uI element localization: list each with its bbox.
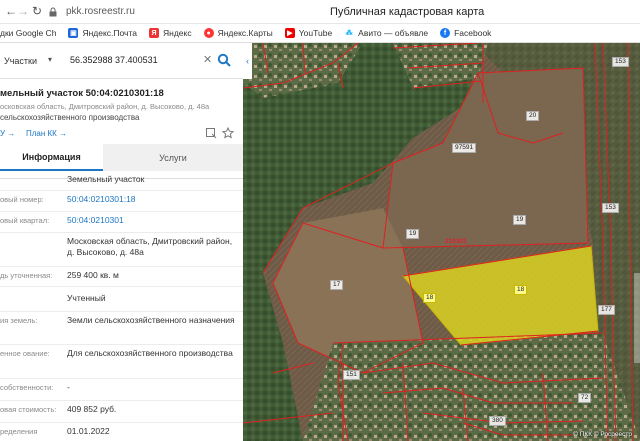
attribute-list: Земельный участок овый номер: 50:04:0210… (0, 171, 243, 441)
tab-information[interactable]: Информация (0, 144, 103, 171)
attr-row-status: Учтенный (0, 287, 243, 312)
reload-icon[interactable]: ↻ (30, 4, 44, 18)
parcel-label[interactable]: 20 (526, 111, 540, 121)
search-bar: Участки ▾ ✕ (0, 43, 243, 79)
bookmark-yandex-mail[interactable]: ▣ Яндекс.Почта (68, 28, 137, 38)
attr-value: 409 852 руб. (67, 404, 117, 414)
attr-value: Учтенный (67, 293, 106, 303)
cadastral-map[interactable]: 20 97591 19 19 17 18 18 210301 153 153 1… (243, 43, 640, 441)
collapse-panel-button[interactable]: ‹ (243, 43, 252, 79)
yandex-icon: Я (149, 28, 159, 38)
tab-services[interactable]: Услуги (103, 144, 243, 171)
share-link[interactable]: У → (0, 129, 15, 138)
parcel-title: мельный участок 50:04:0210301:18 (0, 88, 164, 99)
url-text: pkk.rosreestr.ru (66, 6, 135, 17)
print-icon[interactable] (205, 127, 217, 139)
attr-label: собственности: (0, 383, 54, 392)
quarter-label[interactable]: 210301 (443, 238, 469, 246)
attr-label: овая стоимость: (0, 405, 57, 414)
bookmark-yandex[interactable]: Я Яндекс (149, 28, 192, 38)
avito-icon: ⁂ (344, 28, 355, 38)
parcel-address: осковская область, Дмитровский район, д.… (0, 102, 210, 111)
chevron-left-icon: ‹ (246, 56, 249, 66)
bookmark-label: Яндекс (163, 28, 192, 38)
facebook-icon: f (440, 28, 451, 38)
bookmark-label: дки Google Ch (0, 28, 57, 38)
star-icon[interactable] (222, 127, 234, 139)
parcel-label[interactable]: 19 (513, 215, 527, 225)
search-input[interactable] (70, 55, 200, 65)
road-label[interactable]: 72 (578, 393, 592, 403)
bookmark-label: Авито — объявле (358, 28, 429, 38)
map-scrollbar[interactable] (634, 273, 640, 363)
forward-icon[interactable]: → (16, 4, 30, 18)
lock-icon (49, 7, 57, 16)
road-label[interactable]: 177 (598, 305, 615, 315)
attr-row-category: ия земель: Земли сельскохозяйственного н… (0, 312, 243, 345)
bookmarks-bar: дки Google Ch ▣ Яндекс.Почта Я Яндекс ● Янд… (0, 24, 640, 43)
attr-value: - (67, 382, 70, 392)
attr-row-cadastral-number: овый номер: 50:04:0210301:18 (0, 191, 243, 212)
road-label[interactable]: 153 (602, 203, 619, 213)
map-copyright: © ПКК © Росреестр (573, 431, 632, 438)
yandex-mail-icon: ▣ (68, 28, 79, 38)
bookmark-facebook[interactable]: f Facebook (440, 28, 491, 38)
info-panel: Участки ▾ ✕ мельный участок 50:04:021030… (0, 43, 243, 441)
search-icon[interactable] (217, 53, 231, 67)
bookmark-label: Яндекс.Почта (82, 28, 137, 38)
cadastral-quarter-link[interactable]: 50:04:0210301 (67, 215, 237, 226)
road-label[interactable]: 153 (612, 57, 629, 67)
bookmark-google[interactable]: дки Google Ch (0, 28, 56, 38)
cadastral-number-link[interactable]: 50:04:0210301:18 (67, 194, 237, 205)
attr-value: Земли сельскохозяйственного назначения (67, 315, 235, 325)
attr-label: енное ование: (0, 349, 50, 358)
page-title: Публичная кадастровая карта (330, 6, 485, 18)
parcel-label[interactable]: 17 (330, 280, 344, 290)
attr-label: овый номер: (0, 195, 44, 204)
search-type-select[interactable]: Участки (4, 56, 37, 66)
selected-parcel-label[interactable]: 18 (514, 285, 528, 295)
attr-row-ownership: собственности: - (0, 379, 243, 401)
attr-label: ия земель: (0, 316, 38, 325)
attr-label: дь уточненная: (0, 271, 53, 280)
bookmark-label: YouTube (298, 28, 333, 38)
attr-row-address: Московская область, Дмитровский район, д… (0, 233, 243, 267)
bookmark-label: Яндекс.Карты (217, 28, 273, 38)
attr-row-permitted-use: енное ование: Для сельскохозяйственного … (0, 345, 243, 379)
satellite-map-layer (243, 43, 640, 441)
browser-address-bar: ← → ↻ pkk.rosreestr.ru Публичная кадастр… (0, 0, 640, 24)
attr-value: 259 400 кв. м (67, 270, 119, 280)
plan-kk-link[interactable]: План КК → (26, 129, 67, 138)
attr-value: Для сельскохозяйственного производства (67, 348, 233, 358)
url-field[interactable]: pkk.rosreestr.ru (48, 3, 308, 20)
parcel-label[interactable]: 97591 (452, 143, 477, 153)
attr-label: овый квартал: (0, 216, 50, 225)
attr-row-cadastral-quarter: овый квартал: 50:04:0210301 (0, 212, 243, 233)
chevron-down-icon[interactable]: ▾ (48, 55, 52, 64)
tabs: Информация Услуги (0, 144, 243, 171)
bookmark-avito[interactable]: ⁂ Авито — объявле (344, 28, 428, 38)
attr-value: Земельный участок (67, 174, 145, 184)
yandex-maps-icon: ● (203, 28, 214, 38)
parcel-use: сельскохозяйственного производства (0, 113, 140, 122)
bookmark-yandex-maps[interactable]: ● Яндекс.Карты (203, 28, 273, 38)
attr-row-cadastral-value: овая стоимость: 409 852 руб. (0, 401, 243, 423)
bookmark-youtube[interactable]: ▶ YouTube (284, 28, 333, 38)
attr-label: ределения (0, 427, 38, 436)
attr-value: Московская область, Дмитровский район, д… (67, 236, 233, 257)
parcel-label[interactable]: 19 (406, 229, 420, 239)
selected-parcel-label[interactable]: 18 (423, 293, 437, 303)
youtube-icon: ▶ (284, 28, 295, 38)
road-label[interactable]: 380 (489, 416, 506, 426)
attr-value: 01.01.2022 (67, 426, 110, 436)
attr-row-date: ределения 01.01.2022 (0, 423, 243, 441)
attr-row-area: дь уточненная: 259 400 кв. м (0, 267, 243, 287)
close-icon[interactable]: ✕ (203, 53, 212, 66)
attr-row-type: Земельный участок (0, 171, 243, 191)
bookmark-label: Facebook (454, 28, 492, 38)
road-label[interactable]: 151 (343, 370, 360, 380)
